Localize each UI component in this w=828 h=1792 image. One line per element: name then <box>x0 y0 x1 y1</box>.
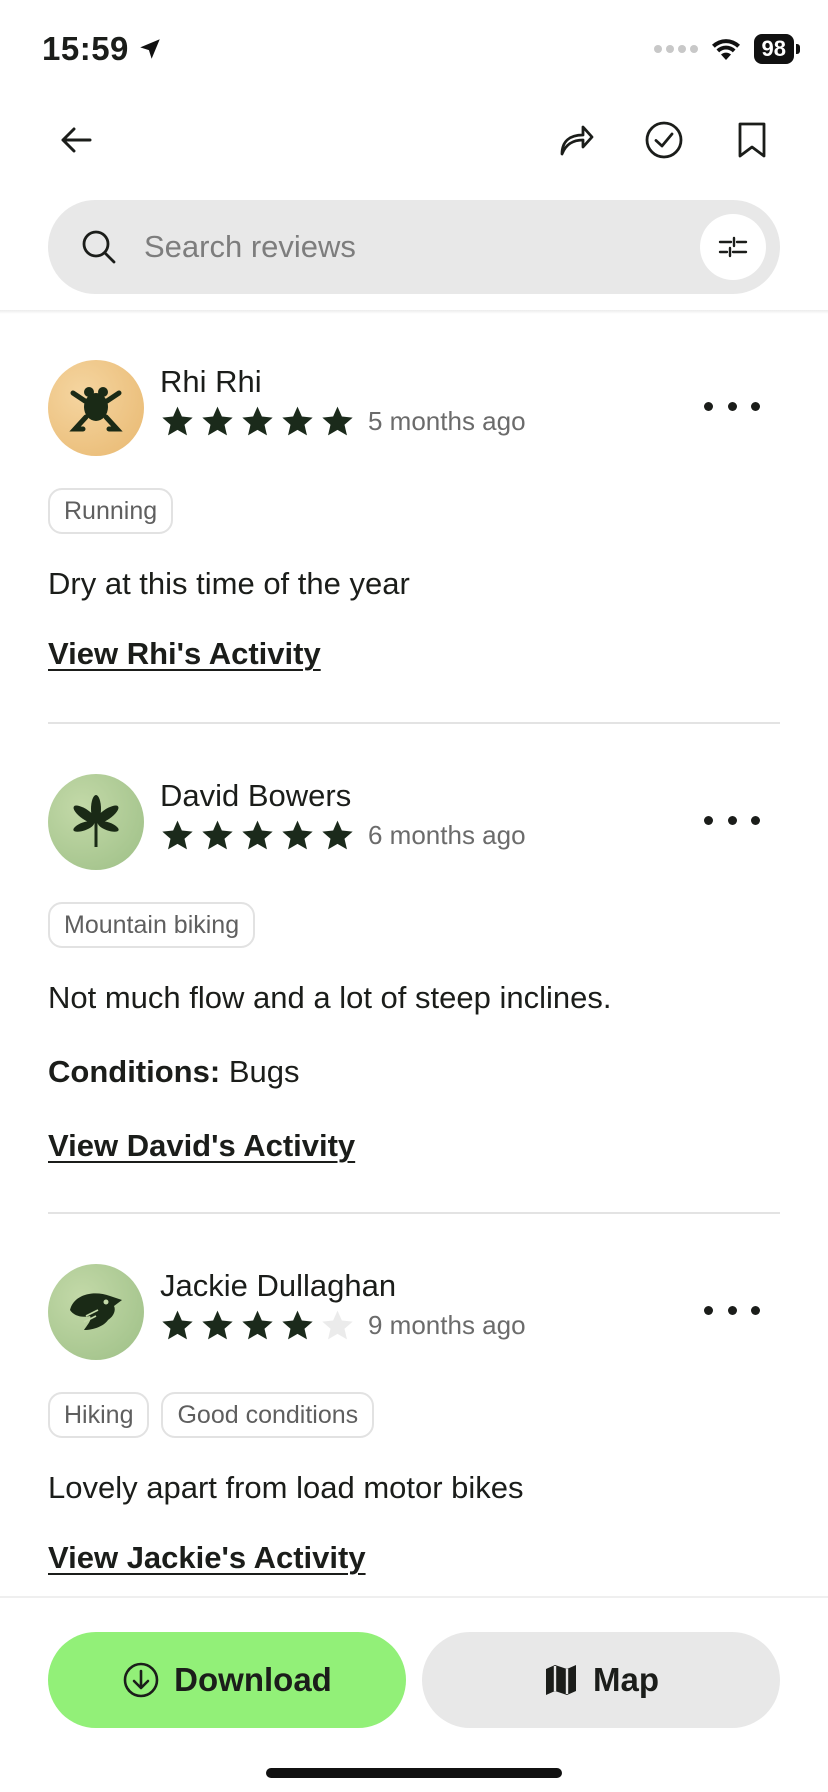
star-filled-icon <box>202 820 233 850</box>
filter-button[interactable] <box>700 214 766 280</box>
star-rating <box>160 1308 355 1343</box>
activity-tag: Mountain biking <box>48 902 256 948</box>
review-divider <box>48 722 780 724</box>
map-button[interactable]: Map <box>422 1632 780 1728</box>
star-filled-icon <box>242 820 273 850</box>
download-icon <box>123 1662 159 1698</box>
review-text: Not much flow and a lot of steep incline… <box>48 980 612 1015</box>
eagle-icon <box>70 1293 122 1330</box>
activity-tag: Hiking <box>48 1392 150 1438</box>
activity-tag: Good conditions <box>161 1392 375 1438</box>
bottom-action-bar: Download Map <box>0 1596 828 1792</box>
view-activity-link[interactable]: View Rhi's Activity <box>48 636 321 672</box>
review-card: Jackie Dullaghan 9 months ago Hiking Goo… <box>48 1264 780 1594</box>
star-filled-icon <box>322 406 353 436</box>
review-date: 9 months ago <box>368 1310 526 1340</box>
review-text: Lovely apart from load motor bikes <box>48 1470 524 1505</box>
search-input[interactable] <box>144 222 644 272</box>
leaf-icon <box>73 795 119 847</box>
view-activity-link[interactable]: View Jackie's Activity <box>48 1540 366 1576</box>
reviewer-name[interactable]: David Bowers <box>160 778 351 814</box>
download-button[interactable]: Download <box>48 1632 406 1728</box>
check-circle-icon <box>645 121 683 159</box>
avatar[interactable] <box>48 360 144 456</box>
review-text: Dry at this time of the year <box>48 566 410 601</box>
status-time: 15:59 <box>42 30 163 68</box>
filter-sliders-icon <box>718 236 748 258</box>
mark-complete-button[interactable] <box>632 108 696 172</box>
bookmark-icon <box>738 122 766 158</box>
reviews-list[interactable]: Rhi Rhi 5 months ago Running Dry at this… <box>0 314 828 1596</box>
review-conditions: Conditions: Bugs <box>48 1054 299 1090</box>
star-filled-icon <box>202 1310 233 1340</box>
reviewer-name[interactable]: Jackie Dullaghan <box>160 1268 396 1304</box>
star-filled-icon <box>242 1310 273 1340</box>
star-empty-icon <box>322 1310 353 1340</box>
star-filled-icon <box>162 1310 193 1340</box>
review-divider <box>48 1212 780 1214</box>
review-card: David Bowers 6 months ago Mountain bikin… <box>48 774 780 1163</box>
search-bar[interactable] <box>48 200 780 294</box>
top-nav <box>0 100 828 180</box>
activity-tags: Running <box>48 488 174 534</box>
star-rating <box>160 818 355 853</box>
review-date: 5 months ago <box>368 406 526 436</box>
map-label: Map <box>593 1661 659 1698</box>
review-card: Rhi Rhi 5 months ago Running Dry at this… <box>48 360 780 671</box>
wifi-icon <box>711 39 740 60</box>
battery-indicator: 98 <box>753 34 801 64</box>
star-filled-icon <box>162 406 193 436</box>
more-options-button[interactable] <box>704 386 760 426</box>
share-icon <box>560 125 594 156</box>
status-indicators: 98 <box>653 34 801 64</box>
bookmark-button[interactable] <box>720 108 784 172</box>
activity-tags: Hiking Good conditions <box>48 1392 375 1438</box>
conditions-label: Conditions: <box>48 1054 221 1089</box>
reviewer-name[interactable]: Rhi Rhi <box>160 364 262 400</box>
map-icon <box>546 1665 576 1695</box>
status-bar: 15:59 98 <box>0 0 828 100</box>
view-activity-link[interactable]: View David's Activity <box>48 1128 355 1164</box>
star-filled-icon <box>282 1310 313 1340</box>
avatar[interactable] <box>48 1264 144 1360</box>
home-indicator[interactable] <box>266 1768 562 1778</box>
more-options-button[interactable] <box>704 800 760 840</box>
download-label: Download <box>174 1661 332 1698</box>
frog-icon <box>69 387 123 432</box>
activity-tag: Running <box>48 488 174 534</box>
star-rating <box>160 404 355 439</box>
back-button[interactable] <box>44 108 108 172</box>
star-filled-icon <box>202 406 233 436</box>
conditions-value: Bugs <box>228 1054 300 1089</box>
clock: 15:59 <box>42 30 129 67</box>
avatar[interactable] <box>48 774 144 870</box>
star-filled-icon <box>162 820 193 850</box>
search-icon <box>82 230 116 264</box>
review-date: 6 months ago <box>368 820 526 850</box>
location-arrow-icon <box>140 39 160 59</box>
activity-tags: Mountain biking <box>48 902 256 948</box>
star-filled-icon <box>282 406 313 436</box>
star-filled-icon <box>282 820 313 850</box>
star-filled-icon <box>242 406 273 436</box>
star-filled-icon <box>322 820 353 850</box>
more-options-button[interactable] <box>704 1290 760 1330</box>
back-arrow-icon <box>61 127 92 153</box>
share-button[interactable] <box>544 108 608 172</box>
cellular-signal-icon <box>653 45 698 53</box>
